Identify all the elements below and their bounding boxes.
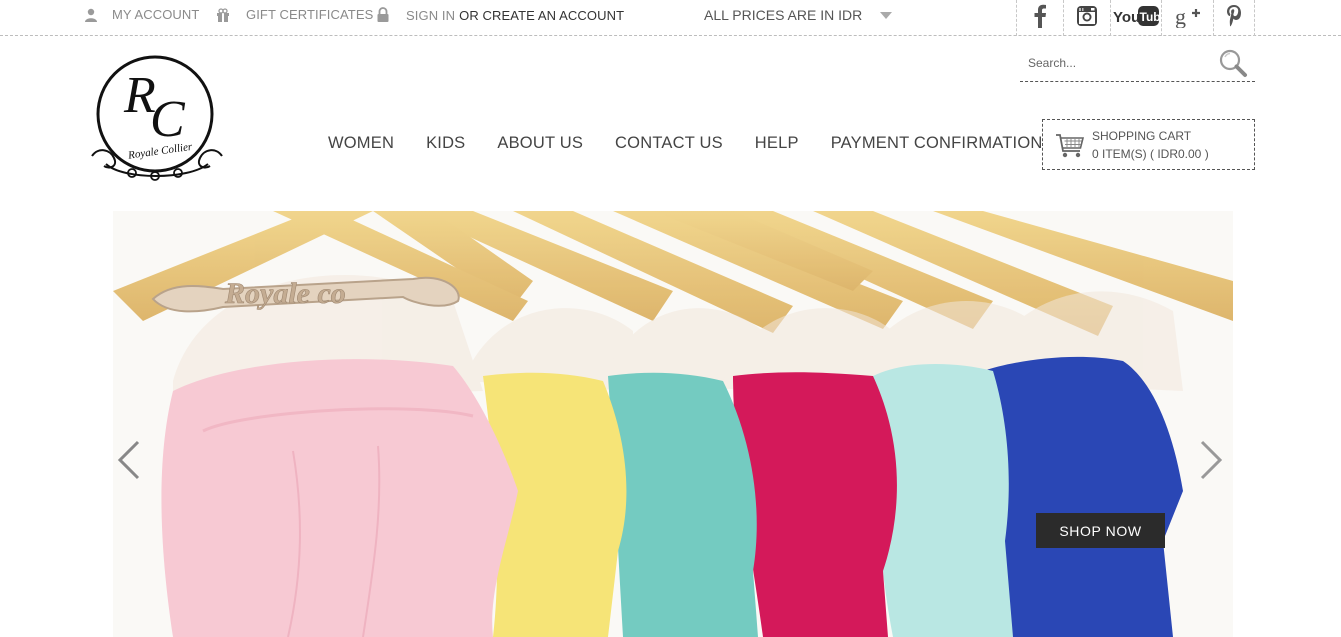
main-nav: WOMEN KIDS ABOUT US CONTACT US HELP PAYM… [312,134,1058,153]
brand-logo[interactable]: R C Royale Collier [88,52,226,182]
chevron-left-icon[interactable] [116,440,142,485]
chevron-right-icon[interactable] [1198,440,1224,485]
my-account-link[interactable]: MY ACCOUNT [84,7,199,22]
lock-icon [376,7,390,23]
google-plus-link[interactable]: g [1161,0,1213,36]
currency-selector[interactable]: ALL PRICES ARE IN IDR [704,7,893,23]
search-icon[interactable] [1218,48,1248,83]
search-box [1020,44,1255,82]
facebook-link[interactable] [1016,0,1063,36]
hanger-text: Royale co [224,277,346,310]
create-account-link[interactable]: OR CREATE AN ACCOUNT [459,8,624,23]
pinterest-link[interactable] [1213,0,1255,36]
svg-text:Tube: Tube [1140,10,1161,24]
search-input[interactable] [1028,53,1218,73]
cart-summary: 0 ITEM(S) ( IDR0.00 ) [1092,147,1209,161]
svg-text:You: You [1113,9,1140,26]
shop-now-button[interactable]: SHOP NOW [1036,513,1165,548]
currency-label: ALL PRICES ARE IN IDR [704,7,863,23]
gift-certificates-link[interactable]: GIFT CERTIFICATES [216,7,373,22]
nav-women[interactable]: WOMEN [312,134,410,153]
nav-contact-us[interactable]: CONTACT US [599,134,739,153]
svg-text:C: C [150,91,186,148]
instagram-link[interactable] [1063,0,1110,36]
hero-image: Royale co [113,211,1233,637]
shopping-cart[interactable]: SHOPPING CART 0 ITEM(S) ( IDR0.00 ) [1042,119,1255,170]
user-icon [84,8,98,22]
pinterest-icon [1226,4,1242,33]
hero-slide: Royale co [113,211,1233,637]
youtube-icon: YouTube [1112,5,1168,32]
svg-text:g: g [1175,4,1186,28]
cart-title: SHOPPING CART [1092,129,1192,143]
top-bar: MY ACCOUNT GIFT CERTIFICATES SIGN IN OR … [0,0,1341,36]
google-plus-icon: g [1175,4,1201,33]
sign-in-group: SIGN IN OR CREATE AN ACCOUNT [376,7,624,23]
my-account-label: MY ACCOUNT [112,7,200,22]
cart-icon [1055,133,1085,164]
instagram-icon [1076,5,1098,32]
gift-certificates-label: GIFT CERTIFICATES [246,7,374,22]
nav-about-us[interactable]: ABOUT US [481,134,599,153]
nav-kids[interactable]: KIDS [410,134,481,153]
sign-in-link[interactable]: SIGN IN [406,8,455,23]
facebook-icon [1033,4,1047,33]
youtube-link[interactable]: YouTube [1110,0,1168,36]
nav-help[interactable]: HELP [739,134,815,153]
nav-payment-confirmation[interactable]: PAYMENT CONFIRMATION [815,134,1059,153]
caret-down-icon [880,11,893,19]
gift-icon [216,7,230,22]
